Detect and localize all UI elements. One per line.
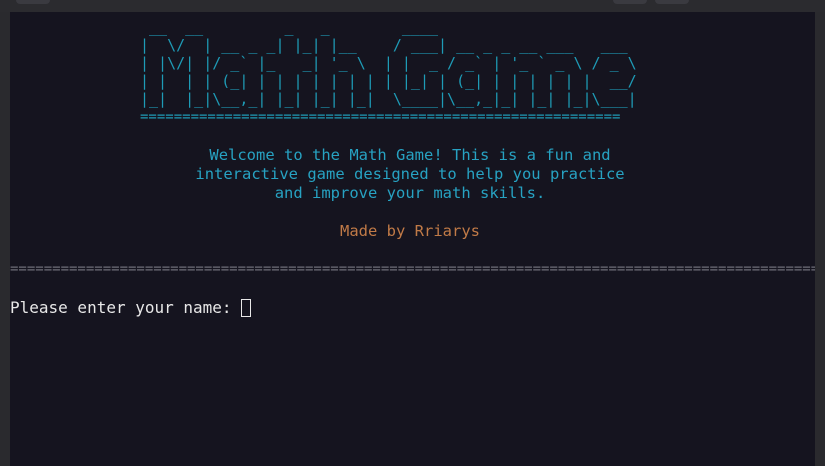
- text-cursor[interactable]: [240, 299, 251, 317]
- welcome-line: interactive game designed to help you pr…: [195, 165, 625, 183]
- author-credit: Made by Rriarys: [340, 222, 480, 240]
- welcome-line: Welcome to the Math Game! This is a fun …: [209, 146, 611, 164]
- welcome-line: and improve your math skills.: [274, 184, 546, 202]
- terminal-output[interactable]: __ __ _ _ ____ | \/ | __ _ _| |_| |__ / …: [10, 12, 815, 466]
- title-underline: ========================================…: [140, 109, 621, 125]
- window-tab-left[interactable]: [16, 0, 50, 4]
- section-divider: ========================================…: [10, 261, 815, 277]
- welcome-message: Welcome to the Math Game! This is a fun …: [110, 146, 710, 203]
- name-prompt[interactable]: Please enter your name:: [10, 298, 251, 318]
- window-right-border: [815, 12, 825, 466]
- window-titlebar: [0, 0, 825, 12]
- window-button-maximize[interactable]: [655, 0, 689, 4]
- window-button-minimize[interactable]: [613, 0, 647, 4]
- ascii-art-title: __ __ _ _ ____ | \/ | __ _ _| |_| |__ / …: [140, 18, 637, 108]
- window-left-border: [0, 12, 10, 466]
- name-prompt-label: Please enter your name:: [10, 298, 232, 317]
